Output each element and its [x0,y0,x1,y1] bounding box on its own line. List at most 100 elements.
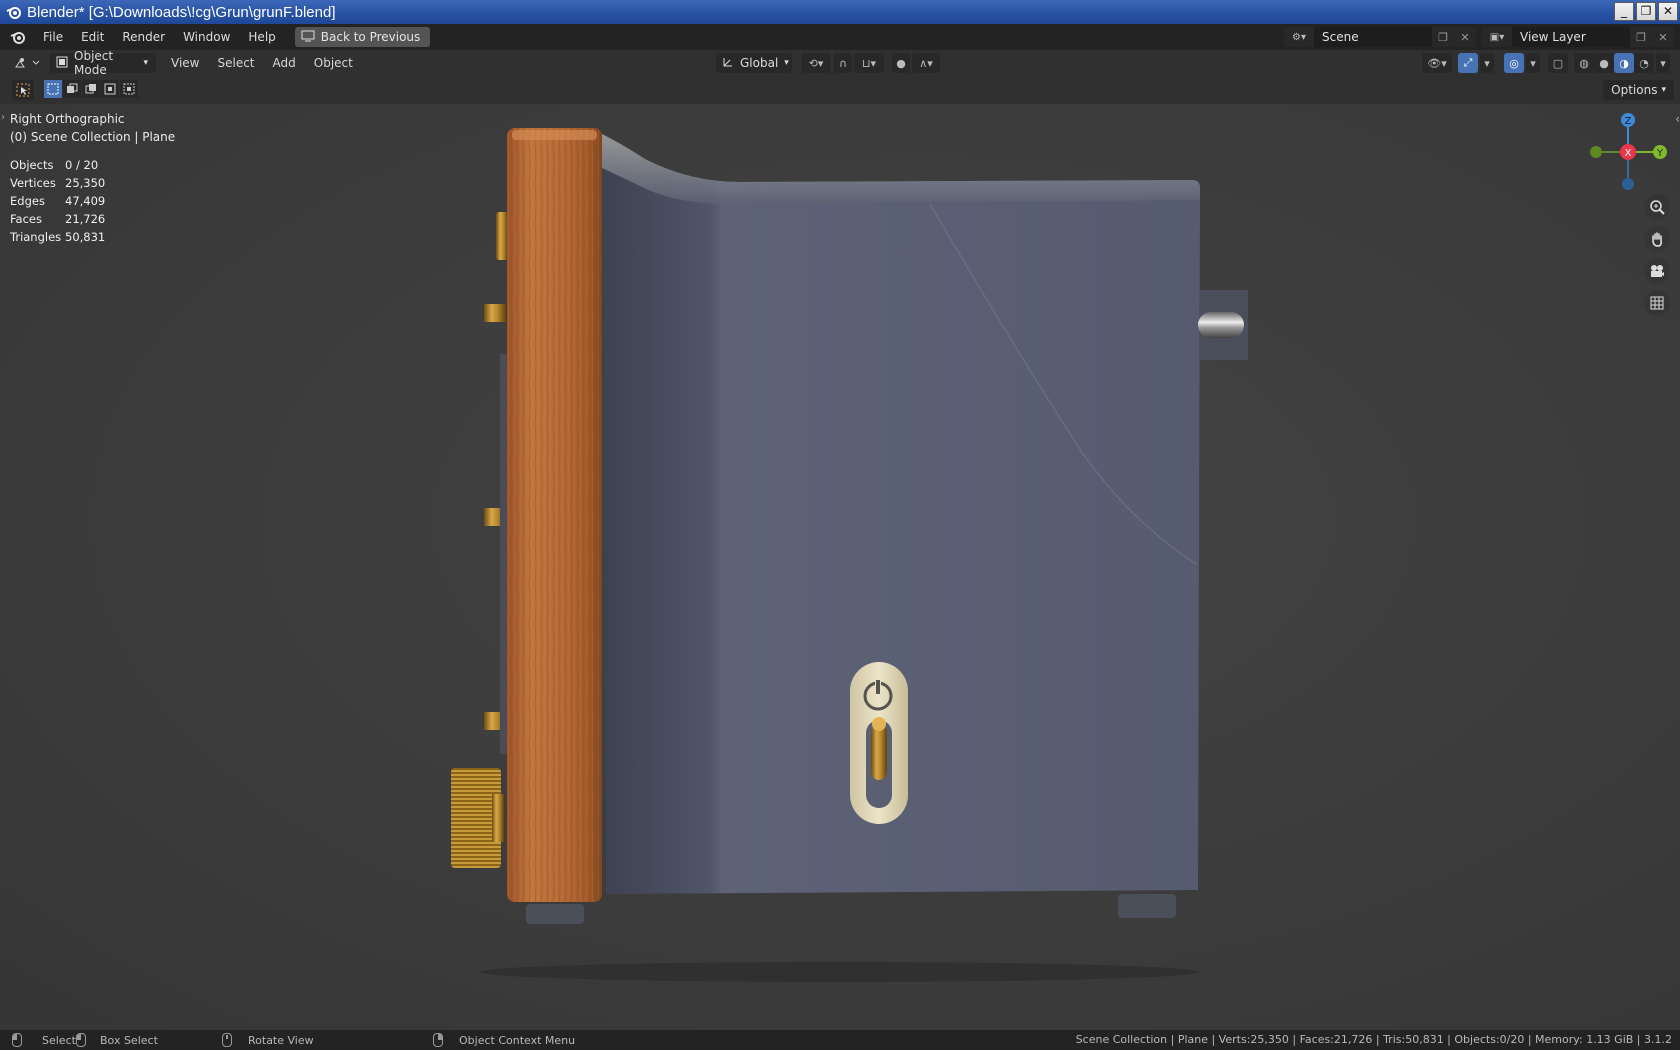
chevron-down-icon: ▾ [1661,85,1666,95]
pivot-point-icon[interactable]: ⟲▾ [802,53,830,73]
wireframe-shading-icon[interactable]: ◍ [1574,53,1594,73]
rendered-shading-icon[interactable]: ◔ [1634,53,1654,73]
new-scene-icon[interactable]: ❐ [1432,27,1454,47]
view-layer-selector[interactable]: ▣▾ View Layer ❐ ✕ [1482,27,1674,47]
object-mode-dropdown[interactable]: Object Mode ▾ [50,49,156,77]
xray-icon[interactable]: ▢ [1548,53,1568,73]
menu-file[interactable]: File [34,30,72,44]
close-button[interactable]: ✕ [1658,2,1678,21]
chevron-down-icon: ▾ [784,58,789,68]
select-subtract-icon[interactable] [82,80,100,98]
overlays-chevron-down-icon[interactable]: ▾ [1526,53,1540,73]
snap-icon[interactable]: ∩ [834,53,852,73]
viewport-header: Object Mode ▾ View Select Add Object Glo… [0,49,1680,77]
camera-view-icon[interactable] [1644,258,1670,284]
header-menu-view[interactable]: View [162,56,208,70]
minimize-button[interactable]: _ [1614,2,1634,21]
gizmo-y-label: Y [1656,148,1664,159]
scene-icon[interactable]: ⚙▾ [1284,27,1314,47]
status-select: Select [12,1033,76,1047]
stat-row: Objects 0 / 20 [10,158,99,172]
menu-render[interactable]: Render [113,30,174,44]
pan-hand-icon[interactable] [1644,226,1670,252]
mouse-middle-icon [222,1033,232,1047]
view-name: Right Orthographic [10,112,125,126]
sidebar-expand-icon[interactable]: ‹ [1675,112,1680,126]
header-menu-select[interactable]: Select [208,56,263,70]
header-menu-object[interactable]: Object [305,56,362,70]
delete-view-layer-icon[interactable]: ✕ [1652,27,1674,47]
orientation-icon [722,56,734,71]
gizmo-toggle-icon[interactable]: ⤢ [1458,53,1478,73]
options-dropdown[interactable]: Options ▾ [1603,80,1674,100]
select-invert-icon[interactable] [101,80,119,98]
stat-row: Vertices 25,350 [10,176,106,190]
navigation-gizmo[interactable]: Z Y X [1580,104,1680,204]
chevron-down-icon: ▾ [143,58,148,68]
window-title-bar: Blender* [G:\Downloads\!cg\Grun\grunF.bl… [0,0,1680,24]
falloff-icon[interactable]: ∧▾ [912,53,940,73]
ortho-grid-icon[interactable] [1644,290,1670,316]
mouse-left-icon [12,1033,22,1047]
select-intersect-icon[interactable] [120,80,138,98]
selection-mode-group [44,80,138,98]
overlays-toggle-icon[interactable]: ◎ [1504,53,1524,73]
status-bar: Select Box Select Rotate View Object Con… [0,1030,1680,1050]
menu-help[interactable]: Help [239,30,284,44]
zoom-icon[interactable] [1644,194,1670,220]
editor-type-icon[interactable] [10,53,44,73]
back-to-previous-label: Back to Previous [320,30,421,44]
radio-model-render [0,104,1680,1030]
top-menu-bar: File Edit Render Window Help Back to Pre… [0,24,1680,50]
gizmo-chevron-down-icon[interactable]: ▾ [1480,53,1494,73]
shading-chevron-down-icon[interactable]: ▾ [1656,53,1670,73]
active-tool-icon[interactable] [12,80,34,100]
stat-row: Faces 21,726 [10,212,106,226]
new-view-layer-icon[interactable]: ❐ [1630,27,1652,47]
object-mode-icon [56,56,68,71]
screen-icon [301,30,315,45]
toolbar-expand-icon[interactable]: › [1,112,5,123]
active-collection: (0) Scene Collection | Plane [10,130,176,144]
options-label: Options [1611,83,1658,97]
view-layer-icon[interactable]: ▣▾ [1482,27,1512,47]
solid-shading-icon[interactable]: ● [1594,53,1614,73]
restore-button[interactable]: ❐ [1636,2,1656,21]
scene-selector[interactable]: ⚙▾ Scene ❐ ✕ [1284,27,1476,47]
object-mode-label: Object Mode [74,49,114,77]
select-new-icon[interactable] [44,80,62,98]
gizmo-neg-y-axis[interactable] [1590,146,1602,158]
delete-scene-icon[interactable]: ✕ [1454,27,1476,47]
menu-edit[interactable]: Edit [72,30,113,44]
viewport-navigation-buttons [1644,194,1670,316]
visibility-icon[interactable]: 👁▾ [1422,53,1452,73]
blender-menu-icon[interactable] [8,27,28,47]
gizmo-neg-z-axis[interactable] [1622,178,1634,190]
tool-header: Options ▾ [0,76,1680,104]
status-box-select: Box Select [76,1033,158,1047]
scene-status-info: Scene Collection | Plane | Verts:25,350 … [1075,1033,1672,1046]
gizmo-x-label: X [1625,148,1632,159]
scene-statistics: Objects 0 / 20 Vertices 25,350 Edges 47,409… [10,156,105,246]
view-layer-name-field[interactable]: View Layer [1512,27,1630,47]
3d-viewport[interactable]: › Right Orthographic (0) Scene Collectio… [0,104,1680,1030]
stat-row: Triangles 50,831 [10,230,106,244]
blender-logo-icon [6,4,22,20]
orientation-label: Global [740,56,779,70]
mouse-drag-icon [76,1033,86,1047]
menu-window[interactable]: Window [174,30,239,44]
material-preview-shading-icon[interactable]: ◑ [1614,53,1634,73]
status-rotate-view: Rotate View [222,1033,314,1047]
mouse-right-icon [433,1033,443,1047]
back-to-previous-button[interactable]: Back to Previous [294,27,431,47]
stat-row: Edges 47,409 [10,194,106,208]
select-extend-icon[interactable] [63,80,81,98]
proportional-editing-icon[interactable]: ● [892,53,910,73]
gizmo-z-label: Z [1625,116,1632,127]
header-menu-add[interactable]: Add [264,56,305,70]
transform-orientation-dropdown[interactable]: Global ▾ [716,53,792,73]
window-title: Blender* [G:\Downloads\!cg\Grun\grunF.bl… [27,3,336,21]
status-context-menu: Object Context Menu [433,1033,575,1047]
scene-name-field[interactable]: Scene [1314,27,1432,47]
snap-target-icon[interactable]: ⊔▾ [854,53,884,73]
